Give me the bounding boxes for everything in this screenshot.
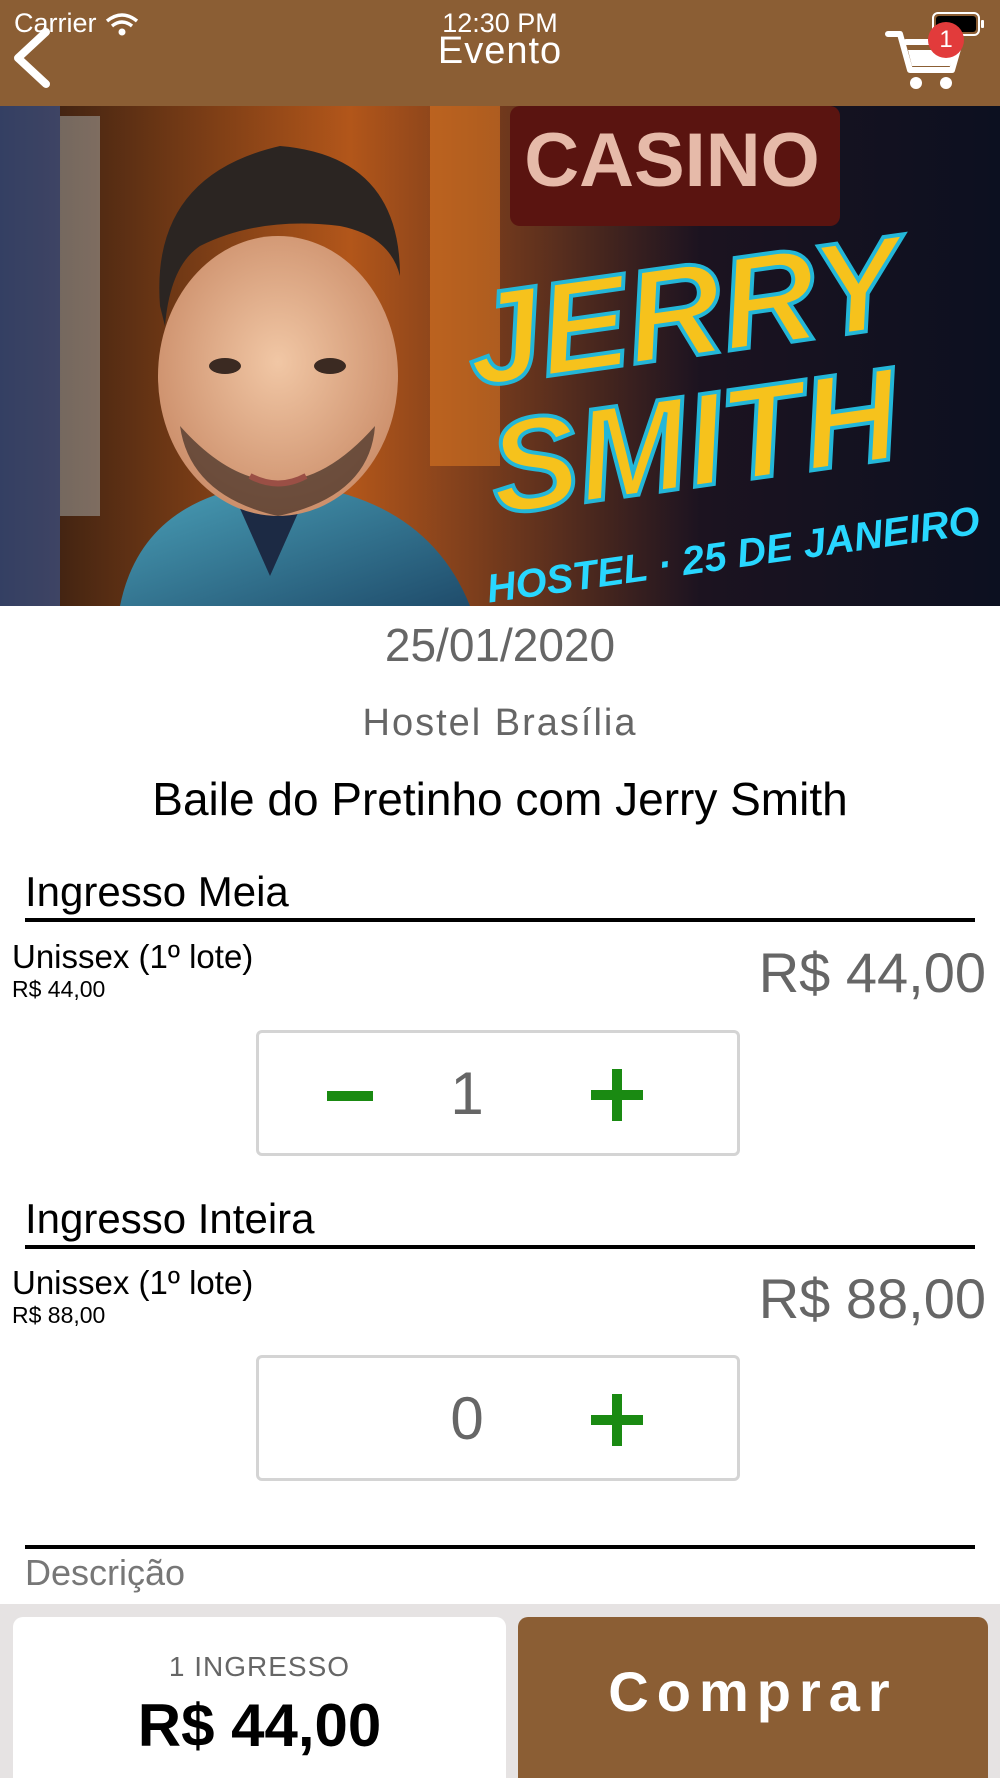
ticket-section-title: Ingresso Meia bbox=[25, 868, 289, 915]
quantity-value: 0 bbox=[450, 1385, 484, 1452]
order-summary: 1 INGRESSO R$ 44,00 bbox=[13, 1617, 506, 1778]
buy-button[interactable]: Comprar bbox=[518, 1617, 988, 1778]
description-label: Descrição bbox=[25, 1552, 186, 1593]
ticket-lot-label: Unissex (1º lote) bbox=[12, 938, 254, 975]
ticket-section-title: Ingresso Inteira bbox=[25, 1195, 315, 1242]
cart-count-badge[interactable]: 1 bbox=[928, 22, 964, 58]
ticket-price: R$ 88,00 bbox=[758, 1267, 986, 1330]
event-date: 25/01/2020 bbox=[384, 619, 616, 671]
ticket-lot-price: R$ 88,00 bbox=[12, 1302, 106, 1328]
page-title: Evento bbox=[437, 30, 563, 72]
order-total: R$ 44,00 bbox=[137, 1692, 382, 1759]
increment-button[interactable] bbox=[591, 1394, 643, 1446]
event-venue: Hostel Brasília bbox=[362, 702, 638, 744]
section-divider bbox=[25, 1245, 975, 1249]
event-banner-image: CASINO JERRY SMITH HOSTEL · 25 DE JANEIR… bbox=[0, 106, 1000, 606]
casino-sign-text: CASINO bbox=[524, 118, 820, 203]
ticket-price: R$ 44,00 bbox=[758, 941, 986, 1004]
increment-button[interactable] bbox=[591, 1069, 643, 1121]
decrement-button[interactable] bbox=[327, 1073, 373, 1119]
ticket-lot-price: R$ 44,00 bbox=[12, 976, 106, 1002]
ticket-count-label: 1 INGRESSO bbox=[168, 1651, 351, 1682]
description-divider bbox=[25, 1545, 975, 1549]
section-divider bbox=[25, 918, 975, 922]
quantity-stepper: 0 bbox=[256, 1355, 740, 1481]
ticket-lot-label: Unissex (1º lote) bbox=[12, 1264, 254, 1301]
event-name: Baile do Pretinho com Jerry Smith bbox=[152, 773, 848, 825]
quantity-value: 1 bbox=[450, 1060, 484, 1127]
quantity-stepper: 1 bbox=[256, 1030, 740, 1156]
checkout-bar: 1 INGRESSO R$ 44,00 Comprar bbox=[0, 1604, 1000, 1778]
top-nav-bar: Carrier 12:30 PM Evento 1 bbox=[0, 0, 1000, 106]
